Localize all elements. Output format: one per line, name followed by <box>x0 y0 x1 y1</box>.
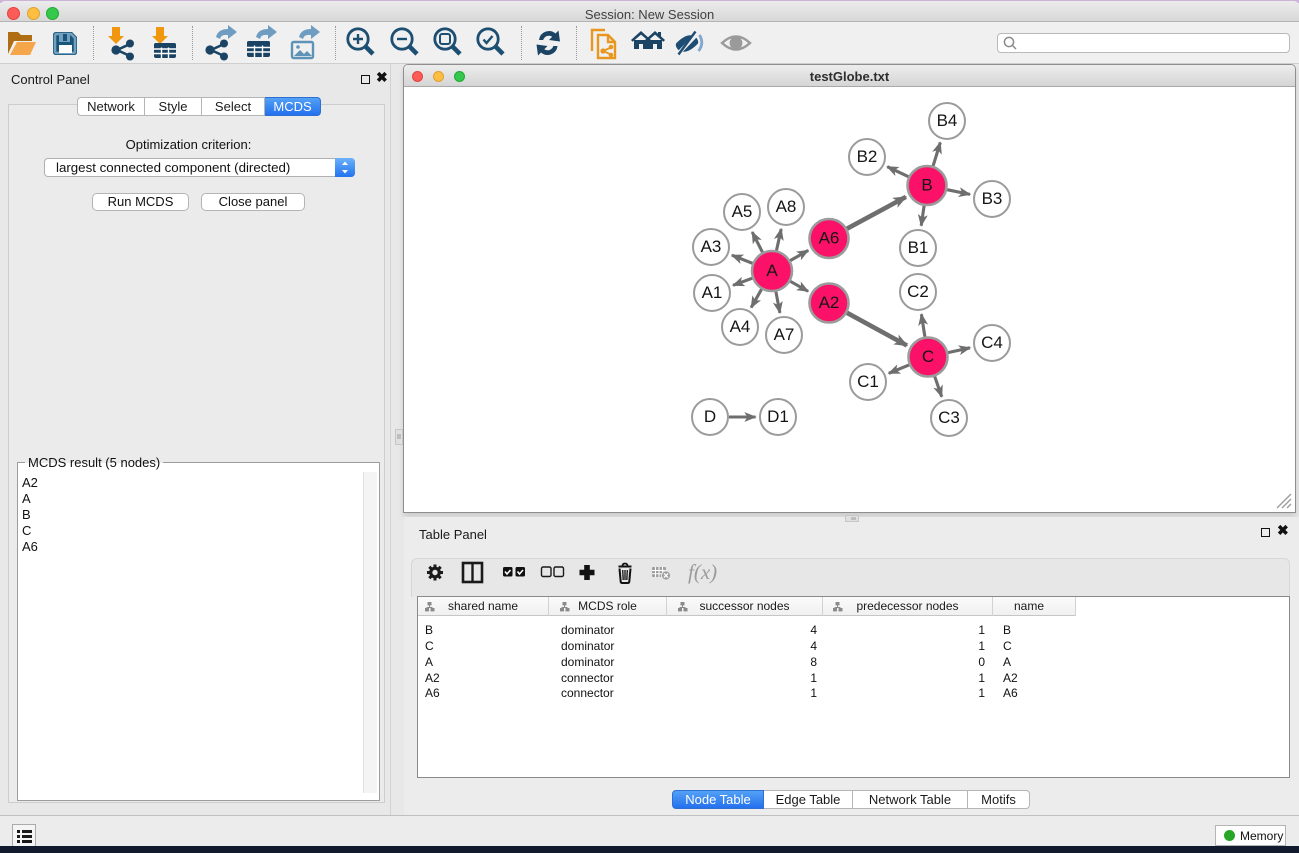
svg-text:C4: C4 <box>981 333 1003 352</box>
svg-text:A1: A1 <box>702 283 723 302</box>
svg-text:C: C <box>922 347 934 366</box>
svg-text:B1: B1 <box>908 238 929 257</box>
svg-text:B3: B3 <box>982 189 1003 208</box>
svg-text:f(x): f(x) <box>688 560 717 584</box>
svg-text:A: A <box>766 261 778 280</box>
svg-text:C3: C3 <box>938 408 960 427</box>
svg-text:C1: C1 <box>857 372 879 391</box>
svg-text:A8: A8 <box>776 197 797 216</box>
svg-text:D: D <box>704 407 716 426</box>
svg-text:A6: A6 <box>819 229 840 248</box>
svg-text:C2: C2 <box>907 282 929 301</box>
svg-text:D1: D1 <box>767 407 789 426</box>
svg-text:A7: A7 <box>774 325 795 344</box>
svg-text:A3: A3 <box>701 237 722 256</box>
svg-text:B: B <box>921 176 932 195</box>
svg-text:A4: A4 <box>730 317 751 336</box>
svg-text:A5: A5 <box>732 202 753 221</box>
svg-text:B4: B4 <box>937 111 958 130</box>
svg-text:A2: A2 <box>819 293 840 312</box>
svg-text:B2: B2 <box>857 147 878 166</box>
